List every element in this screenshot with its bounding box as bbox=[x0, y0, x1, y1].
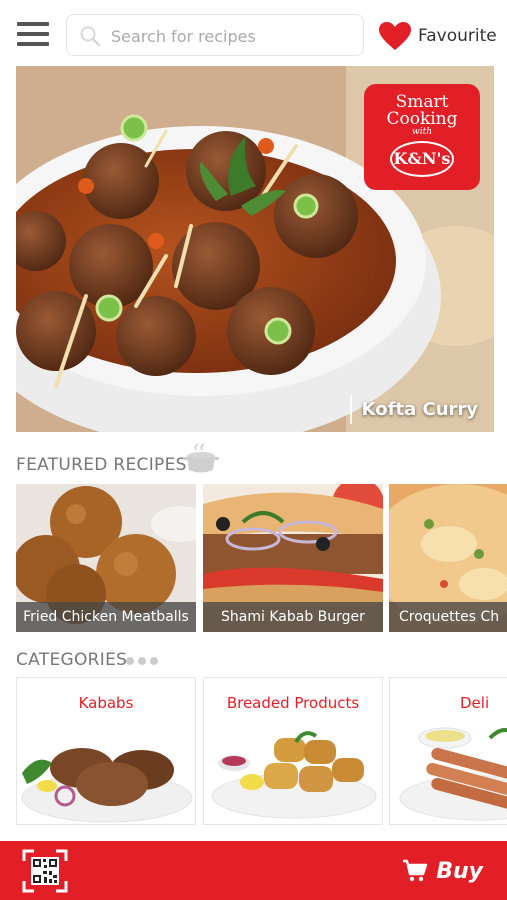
heart-icon bbox=[379, 22, 411, 50]
deli-image bbox=[399, 727, 507, 821]
category-card-deli[interactable]: Deli bbox=[389, 677, 507, 825]
hero-banner[interactable]: Smart Cooking with K&N's Kofta Curry bbox=[16, 66, 494, 432]
kababs-image bbox=[21, 748, 193, 823]
smart-cooking-logo: Smart Cooking with K&N's bbox=[364, 84, 480, 190]
favourite-button[interactable]: Favourite bbox=[378, 20, 497, 52]
search-icon bbox=[80, 26, 101, 47]
buy-button[interactable]: Buy bbox=[402, 853, 483, 889]
featured-recipe-card[interactable]: Croquettes Ch bbox=[389, 484, 507, 632]
featured-recipe-label: Shami Kabab Burger bbox=[203, 602, 383, 632]
featured-recipe-card[interactable]: Fried Chicken Meatballs bbox=[16, 484, 196, 632]
bottom-action-bar: Buy bbox=[0, 841, 507, 900]
featured-recipe-label: Croquettes Ch bbox=[389, 602, 507, 632]
category-label: Kababs bbox=[78, 694, 134, 712]
hero-caption: Kofta Curry bbox=[349, 395, 486, 424]
cart-icon bbox=[403, 859, 428, 882]
category-label: Breaded Products bbox=[226, 694, 360, 712]
search-input[interactable] bbox=[111, 21, 351, 51]
app-header: Favourite bbox=[0, 0, 507, 68]
search-bar[interactable] bbox=[66, 14, 364, 56]
brand-line-2: Cooking bbox=[386, 109, 458, 129]
featured-recipe-card[interactable]: Shami Kabab Burger bbox=[203, 484, 383, 632]
featured-recipe-label: Fried Chicken Meatballs bbox=[16, 602, 196, 632]
category-label: Deli bbox=[460, 694, 490, 712]
favourite-label: Favourite bbox=[418, 26, 497, 46]
brand-with: with bbox=[412, 127, 432, 137]
brand-kn-logo: K&N's bbox=[390, 141, 454, 177]
featured-recipes-carousel[interactable]: Fried Chicken Meatballs Shami Kabab Burg… bbox=[16, 484, 507, 632]
more-dots-icon bbox=[126, 657, 158, 665]
cooking-pot-icon bbox=[183, 443, 219, 473]
hamburger-menu-icon[interactable] bbox=[17, 22, 49, 46]
categories-carousel[interactable]: Kababs Breaded Products Deli bbox=[16, 677, 507, 827]
buy-label: Buy bbox=[436, 858, 483, 884]
categories-title: CATEGORIES bbox=[16, 650, 128, 670]
breaded-products-image bbox=[211, 731, 377, 819]
qr-scan-icon[interactable] bbox=[22, 849, 68, 893]
category-card-breaded-products[interactable]: Breaded Products bbox=[203, 677, 383, 825]
category-card-kababs[interactable]: Kababs bbox=[16, 677, 196, 825]
featured-recipes-title: FEATURED RECIPES bbox=[16, 455, 187, 475]
